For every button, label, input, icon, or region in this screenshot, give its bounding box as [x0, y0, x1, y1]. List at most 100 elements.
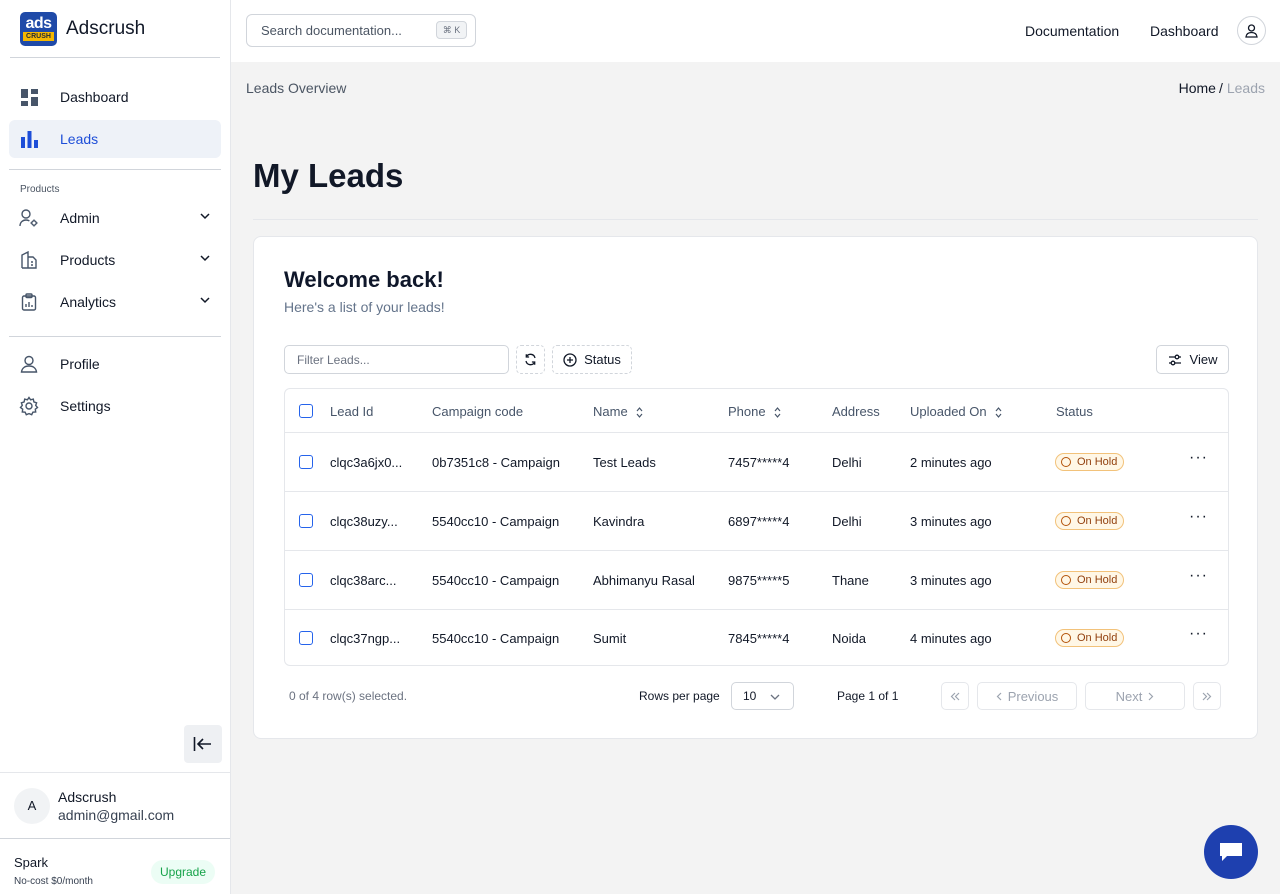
dashboard-grid-icon — [19, 87, 39, 107]
status-label: On Hold — [1077, 574, 1118, 586]
status-label: On Hold — [1077, 515, 1118, 527]
gear-icon — [19, 396, 39, 416]
status-badge: On Hold — [1055, 453, 1125, 471]
cell-uploaded-on: 2 minutes ago — [910, 455, 992, 470]
sidebar-item-dashboard[interactable]: Dashboard — [9, 78, 221, 116]
documentation-link[interactable]: Documentation — [1025, 23, 1119, 39]
status-label: On Hold — [1077, 456, 1118, 468]
collapse-sidebar-button[interactable] — [184, 725, 222, 763]
view-options-button[interactable]: View — [1156, 345, 1229, 374]
first-page-button[interactable] — [941, 682, 969, 710]
cell-phone: 6897*****4 — [728, 514, 790, 529]
sort-icon — [636, 407, 643, 418]
previous-page-button[interactable]: Previous — [977, 682, 1077, 710]
cell-name: Kavindra — [593, 514, 645, 529]
products-nav: Admin Products Analytics — [0, 199, 230, 321]
sidebar-item-leads[interactable]: Leads — [9, 120, 221, 158]
last-page-button[interactable] — [1193, 682, 1221, 710]
welcome-heading: Welcome back! — [284, 267, 444, 292]
leads-card: Welcome back! Here's a list of your lead… — [253, 236, 1258, 739]
user-icon — [1245, 23, 1258, 38]
chevron-down-icon — [200, 213, 210, 220]
cell-lead-id: clqc38uzy... — [330, 514, 398, 529]
status-badge: On Hold — [1055, 571, 1125, 589]
sidebar-item-label: Admin — [60, 210, 100, 226]
page-subtitle: Leads Overview — [246, 80, 347, 96]
brand[interactable]: ads CRUSH Adscrush — [10, 0, 220, 58]
column-header-campaign-code: Campaign code — [432, 404, 524, 419]
status-filter-button[interactable]: Status — [552, 345, 632, 374]
status-badge: On Hold — [1055, 512, 1125, 530]
cell-name: Abhimanyu Rasal — [593, 573, 695, 588]
table-row: clqc3a6jx0... 0b7351c8 - Campaign Test L… — [285, 433, 1228, 492]
upgrade-button[interactable]: Upgrade — [151, 860, 215, 884]
column-header-name[interactable]: Name — [593, 404, 643, 419]
refresh-icon — [525, 353, 536, 366]
row-actions-button[interactable]: ··· — [1189, 626, 1208, 642]
selection-count: 0 of 4 row(s) selected. — [289, 689, 408, 703]
row-actions-button[interactable]: ··· — [1189, 568, 1208, 584]
chat-bubble-icon — [1220, 843, 1242, 861]
main-content: Leads Overview Home / Leads My Leads Welco… — [231, 62, 1280, 894]
refresh-button[interactable] — [516, 345, 545, 374]
sidebar-item-products[interactable]: Products — [9, 241, 221, 279]
row-checkbox[interactable] — [299, 573, 313, 587]
logo-text-bottom: CRUSH — [23, 32, 54, 41]
row-actions-button[interactable]: ··· — [1189, 509, 1208, 525]
status-filter-label: Status — [584, 352, 621, 367]
rows-per-page-select[interactable]: 10 — [731, 682, 794, 710]
cell-address: Delhi — [832, 455, 862, 470]
breadcrumb: Home / Leads — [1179, 80, 1265, 96]
cell-address: Noida — [832, 631, 866, 646]
sidebar-item-label: Analytics — [60, 294, 117, 310]
column-header-lead-id: Lead Id — [330, 404, 374, 419]
row-actions-button[interactable]: ··· — [1189, 450, 1208, 466]
cell-phone: 9875*****5 — [728, 573, 790, 588]
brand-name: Adscrush — [66, 17, 146, 39]
row-checkbox[interactable] — [299, 514, 313, 528]
sidebar-item-settings[interactable]: Settings — [9, 387, 221, 425]
sidebar-item-analytics[interactable]: Analytics — [9, 283, 221, 321]
column-header-uploaded-on[interactable]: Uploaded On — [910, 404, 1002, 419]
next-page-button[interactable]: Next — [1085, 682, 1185, 710]
cell-lead-id: clqc38arc... — [330, 573, 397, 588]
column-header-phone[interactable]: Phone — [728, 404, 781, 419]
table-header-row: Lead Id Campaign code Name Phone Address… — [285, 389, 1228, 433]
chat-support-button[interactable] — [1204, 825, 1258, 879]
column-header-label: Phone — [728, 404, 766, 419]
filter-leads-input[interactable] — [284, 345, 509, 374]
collapse-left-icon — [193, 737, 211, 751]
cell-campaign: 5540cc10 - Campaign — [432, 573, 560, 588]
logo-text-top: ads — [25, 15, 52, 32]
breadcrumb-home[interactable]: Home — [1179, 80, 1216, 96]
sort-icon — [995, 407, 1002, 418]
row-checkbox[interactable] — [299, 631, 313, 645]
search-input[interactable]: Search documentation... ⌘ K — [246, 14, 476, 47]
bar-chart-icon — [19, 129, 39, 149]
cell-lead-id: clqc37ngp... — [330, 631, 401, 646]
status-dot-icon — [1061, 633, 1071, 643]
keyboard-shortcut: ⌘ K — [436, 21, 467, 39]
cell-campaign: 0b7351c8 - Campaign — [432, 455, 560, 470]
user-card[interactable]: A Adscrush admin@gmail.com — [0, 772, 230, 838]
sidebar-item-label: Settings — [60, 398, 111, 414]
select-all-checkbox[interactable] — [299, 404, 313, 418]
cell-phone: 7845*****4 — [728, 631, 790, 646]
products-section-label: Products — [20, 184, 60, 195]
cell-phone: 7457*****4 — [728, 455, 790, 470]
user-menu-button[interactable] — [1237, 16, 1266, 45]
sidebar-item-admin[interactable]: Admin — [9, 199, 221, 237]
column-header-address: Address — [832, 404, 880, 419]
sidebar-item-profile[interactable]: Profile — [9, 345, 221, 383]
sliders-icon — [1168, 354, 1181, 365]
row-checkbox[interactable] — [299, 455, 313, 469]
user-icon — [19, 354, 39, 374]
chevron-down-icon — [200, 297, 210, 304]
cell-address: Delhi — [832, 514, 862, 529]
column-header-label: Uploaded On — [910, 404, 987, 419]
user-name: Adscrush — [58, 788, 117, 805]
previous-label: Previous — [1007, 688, 1059, 704]
user-email: admin@gmail.com — [58, 806, 175, 823]
building-icon — [19, 250, 39, 270]
dashboard-link[interactable]: Dashboard — [1150, 23, 1219, 39]
